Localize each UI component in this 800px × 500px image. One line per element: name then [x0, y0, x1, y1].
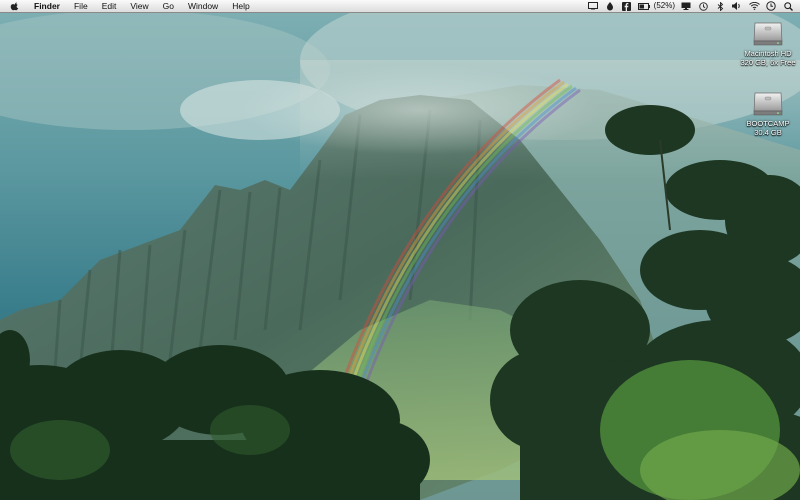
drive-size: 320 GB, 6x Free: [740, 57, 796, 67]
hard-drive-icon: [753, 92, 783, 116]
dropbox-icon[interactable]: [604, 0, 616, 12]
screen-mirroring-icon[interactable]: [587, 0, 599, 12]
desktop-drive-bootcamp[interactable]: BOOTCAMP 30.4 GB: [738, 87, 798, 137]
facebook-icon[interactable]: [621, 0, 633, 12]
spotlight-icon[interactable]: [782, 0, 794, 12]
menu-app-finder[interactable]: Finder: [30, 0, 67, 12]
desktop-wallpaper: [0, 0, 800, 500]
wifi-icon[interactable]: [748, 0, 760, 12]
battery-percentage: (52%): [653, 1, 675, 10]
time-machine-icon[interactable]: [697, 0, 709, 12]
volume-icon[interactable]: [731, 0, 743, 12]
menu-window[interactable]: Window: [181, 0, 225, 12]
menu-go[interactable]: Go: [156, 0, 181, 12]
apple-icon[interactable]: [10, 1, 20, 11]
menu-edit[interactable]: Edit: [95, 0, 124, 12]
menu-file[interactable]: File: [67, 0, 95, 12]
menu-help[interactable]: Help: [225, 0, 256, 12]
menu-bar: Finder File Edit View Go Window Help (52…: [0, 0, 800, 13]
display-icon[interactable]: [680, 0, 692, 12]
battery-icon[interactable]: [637, 0, 650, 12]
clock-icon[interactable]: [765, 0, 777, 12]
bluetooth-icon[interactable]: [714, 0, 726, 12]
menu-view[interactable]: View: [123, 0, 155, 12]
hard-drive-icon: [753, 22, 783, 46]
desktop-drive-macintosh-hd[interactable]: Macintosh HD 320 GB, 6x Free: [738, 17, 798, 67]
drive-size: 30.4 GB: [754, 127, 782, 137]
status-menus: (52%): [582, 0, 794, 12]
